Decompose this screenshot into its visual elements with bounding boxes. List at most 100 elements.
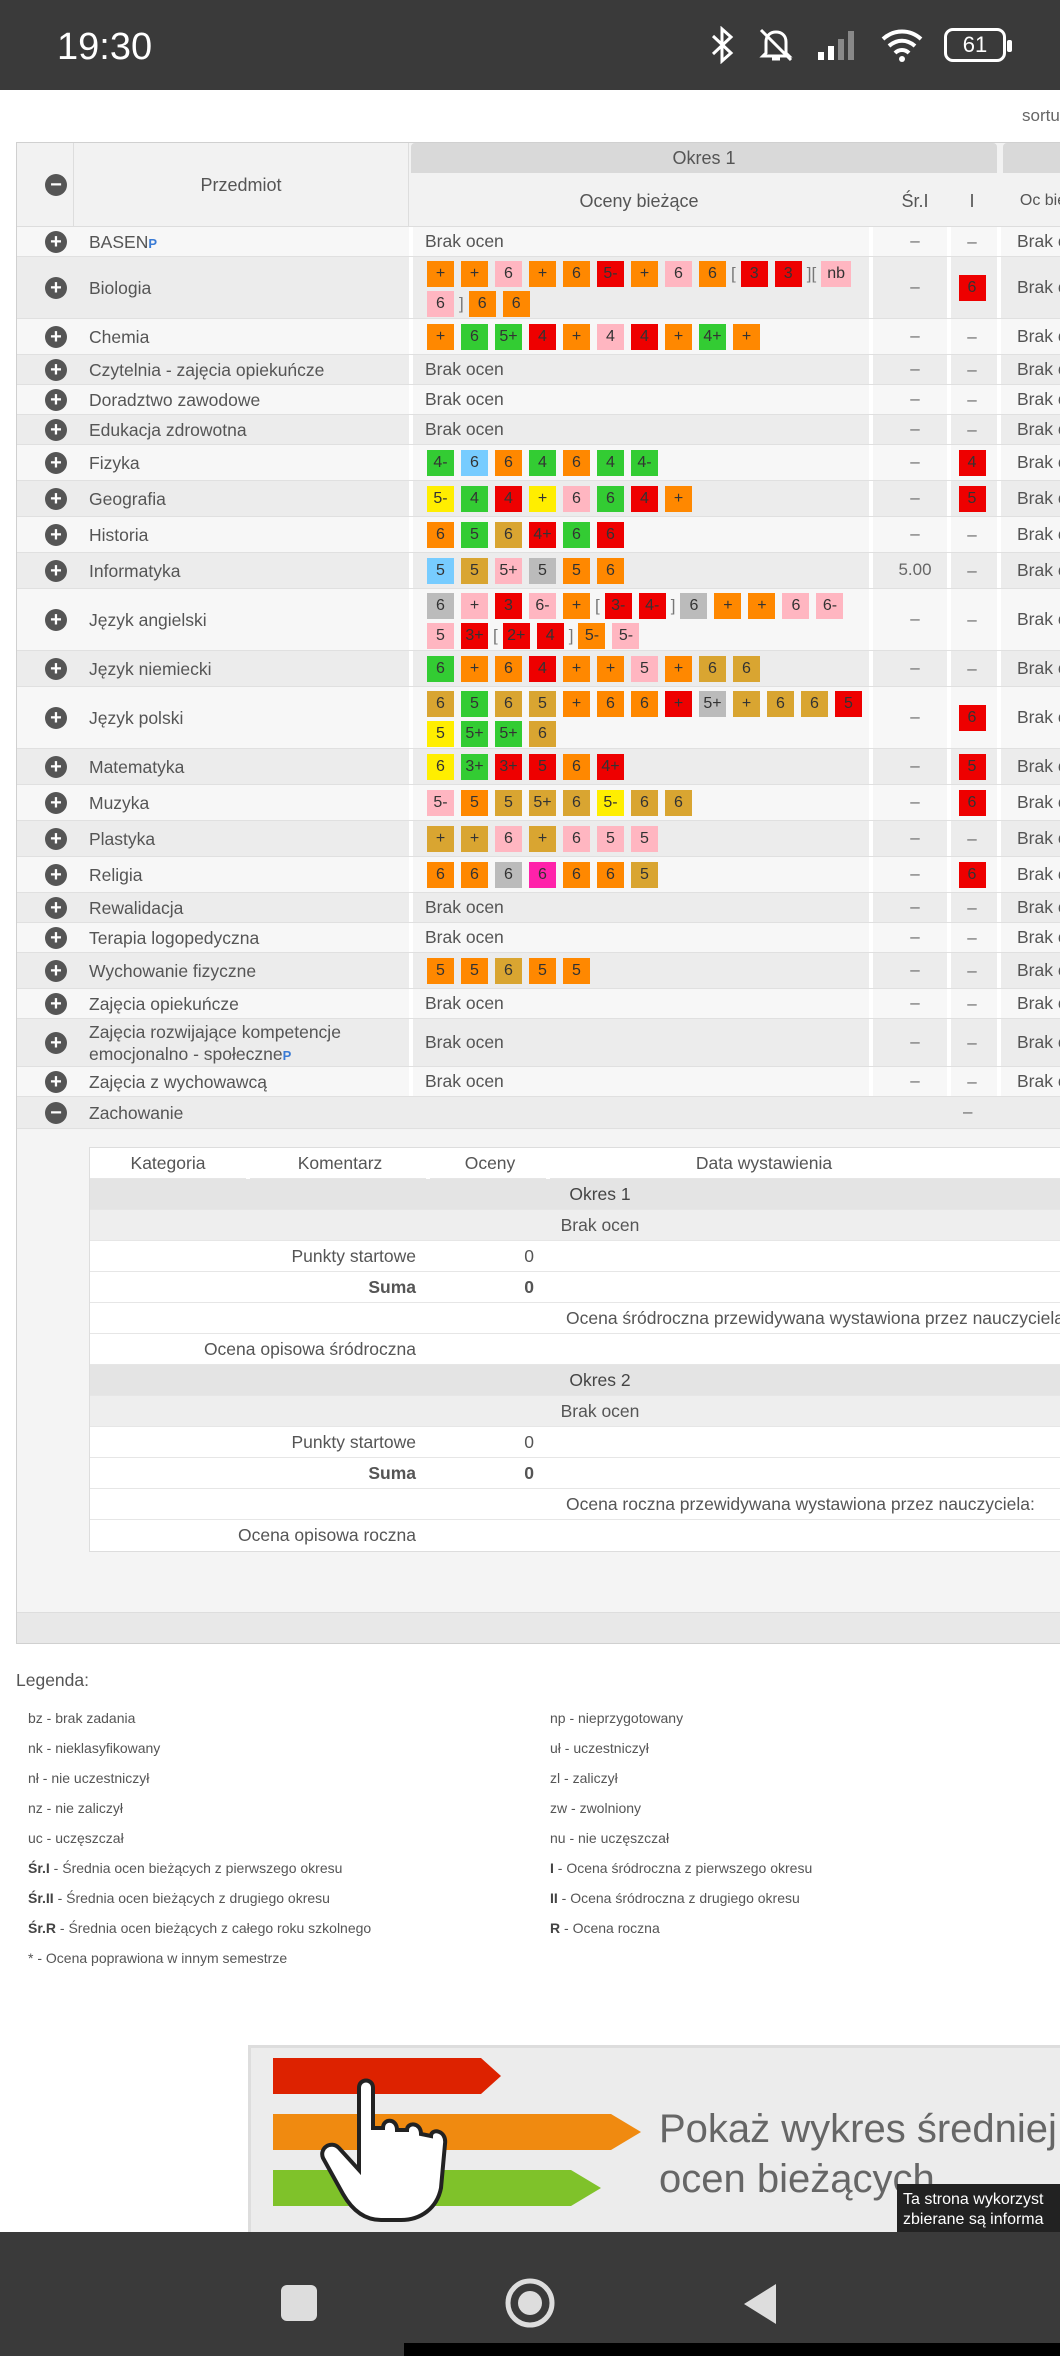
grade[interactable]: 5 — [461, 958, 488, 984]
grade[interactable]: nb — [821, 261, 852, 287]
grade[interactable]: 5 — [631, 656, 658, 682]
collapse-icon[interactable]: − — [45, 1102, 67, 1124]
expand-icon[interactable]: + — [45, 960, 67, 982]
grade[interactable]: 4 — [529, 450, 556, 476]
grade[interactable]: 3+ — [461, 754, 488, 780]
expand-icon[interactable]: + — [45, 609, 67, 631]
expand-icon[interactable]: + — [45, 828, 67, 850]
subject-row[interactable]: +Chemia+65+4+44+4++––Brak o — [17, 319, 1060, 355]
grade[interactable]: 5 — [427, 958, 454, 984]
subject-row[interactable]: +Język niemiecki6+64++5+66––Brak o — [17, 651, 1060, 687]
grade[interactable]: 4+ — [597, 754, 624, 780]
subject-row[interactable]: +Fizyka4-664644-–4Brak o — [17, 445, 1060, 481]
grade[interactable]: 5 — [529, 558, 556, 584]
grade[interactable]: 6- — [529, 593, 556, 619]
grade[interactable]: 5+ — [495, 558, 522, 584]
expand-icon[interactable]: + — [45, 756, 67, 778]
grade[interactable]: 6 — [680, 593, 708, 619]
term-grade-badge[interactable]: 5 — [958, 754, 986, 780]
grade[interactable]: 6 — [597, 486, 624, 512]
grade[interactable]: 5+ — [461, 721, 488, 747]
grade[interactable]: 5+ — [529, 790, 556, 816]
grade[interactable]: 4 — [631, 486, 658, 512]
term-grade-badge[interactable]: 4 — [958, 450, 986, 476]
grade[interactable]: 5 — [427, 558, 454, 584]
grade[interactable]: + — [563, 656, 590, 682]
grade[interactable]: 6 — [699, 656, 726, 682]
grade[interactable]: + — [714, 593, 742, 619]
subject-row[interactable]: + Doradztwo zawodowe Brak ocen – – Brak o — [17, 385, 1060, 415]
grade[interactable]: 6 — [468, 291, 496, 317]
grade[interactable]: 6 — [529, 721, 556, 747]
grade[interactable]: 6 — [495, 958, 522, 984]
grade[interactable]: + — [665, 656, 692, 682]
subject-row[interactable]: + Język angielski 6 +3 6- +[3- 4-] 6 + +6 6- 5 3+[2+… — [17, 589, 1060, 651]
grade[interactable]: 3+ — [461, 623, 488, 649]
sort-link[interactable]: sortu — [1022, 106, 1060, 126]
grade[interactable]: 4 — [536, 623, 564, 649]
grade[interactable]: + — [529, 486, 556, 512]
grade[interactable]: + — [563, 593, 590, 619]
grade[interactable]: 5 — [529, 958, 556, 984]
grade[interactable]: 5 — [597, 826, 624, 852]
grade[interactable]: 6 — [597, 691, 624, 717]
grade[interactable]: + — [665, 486, 692, 512]
term-grade-badge[interactable]: 6 — [958, 705, 986, 731]
expand-icon[interactable]: + — [45, 277, 67, 299]
expand-icon[interactable]: + — [45, 231, 67, 253]
grade[interactable]: 6 — [597, 522, 624, 548]
term-grade-badge[interactable]: 6 — [958, 275, 986, 301]
grade[interactable]: 5 — [427, 721, 454, 747]
grade[interactable]: 6 — [782, 593, 810, 619]
expand-icon[interactable]: + — [45, 419, 67, 441]
subject-row[interactable]: +Plastyka++6+655––Brak o — [17, 821, 1060, 857]
grade[interactable]: 6 — [563, 790, 590, 816]
grade[interactable]: 5+ — [495, 721, 522, 747]
grade[interactable]: 6 — [665, 790, 692, 816]
grade[interactable]: 4- — [631, 450, 658, 476]
grade[interactable]: 6 — [767, 691, 794, 717]
grade[interactable]: 6 — [427, 522, 454, 548]
grade[interactable]: 4 — [529, 324, 556, 350]
grade[interactable]: 3 — [740, 261, 768, 287]
grade[interactable]: 6 — [597, 558, 624, 584]
grade[interactable]: 6 — [597, 862, 624, 888]
grade[interactable]: + — [665, 691, 692, 717]
expand-icon[interactable]: + — [45, 488, 67, 510]
grade[interactable]: 5 — [529, 754, 556, 780]
subject-row[interactable]: + Zajęcia rozwijające kompetencje emocjon… — [17, 1019, 1060, 1067]
grade[interactable]: 6 — [427, 862, 454, 888]
subject-row[interactable]: + Czytelnia - zajęcia opiekuńcze Brak ocen… — [17, 355, 1060, 385]
grade[interactable]: 5- — [597, 261, 624, 287]
grade[interactable]: + — [427, 261, 454, 287]
term-grade-badge[interactable]: 6 — [958, 862, 986, 888]
expand-icon[interactable]: + — [45, 1032, 67, 1054]
subject-row[interactable]: +Historia6564+66––Brak o — [17, 517, 1060, 553]
grade[interactable]: 5 — [461, 691, 488, 717]
grade[interactable]: + — [563, 691, 590, 717]
grade[interactable]: 5 — [563, 558, 590, 584]
term-grade-badge[interactable]: 6 — [958, 790, 986, 816]
grade[interactable]: 5 — [835, 691, 862, 717]
grade[interactable]: 6 — [461, 862, 488, 888]
subject-row[interactable]: + Terapia logopedyczna Brak ocen – – Brak o — [17, 923, 1060, 953]
grade[interactable]: + — [563, 324, 590, 350]
behavior-row[interactable]: − Zachowanie – — [17, 1097, 1060, 1129]
grade[interactable]: 6 — [495, 261, 522, 287]
grade[interactable]: + — [427, 826, 454, 852]
expand-icon[interactable]: + — [45, 707, 67, 729]
grade[interactable]: 4 — [495, 486, 522, 512]
subject-row[interactable]: +Matematyka63+3+564+–5Brak o — [17, 749, 1060, 785]
grade[interactable]: 6 — [461, 324, 488, 350]
grade[interactable]: 5 — [495, 790, 522, 816]
grade[interactable]: + — [748, 593, 776, 619]
grade[interactable]: 5- — [597, 790, 624, 816]
grade[interactable]: + — [461, 593, 488, 619]
grade[interactable]: + — [733, 691, 760, 717]
subject-row[interactable]: + Rewalidacja Brak ocen – – Brak o — [17, 893, 1060, 923]
grade[interactable]: 6 — [427, 593, 454, 619]
expand-icon[interactable]: + — [45, 897, 67, 919]
grade[interactable]: 6 — [461, 450, 488, 476]
grade[interactable]: 2+ — [502, 623, 530, 649]
grade[interactable]: 3 — [774, 261, 802, 287]
